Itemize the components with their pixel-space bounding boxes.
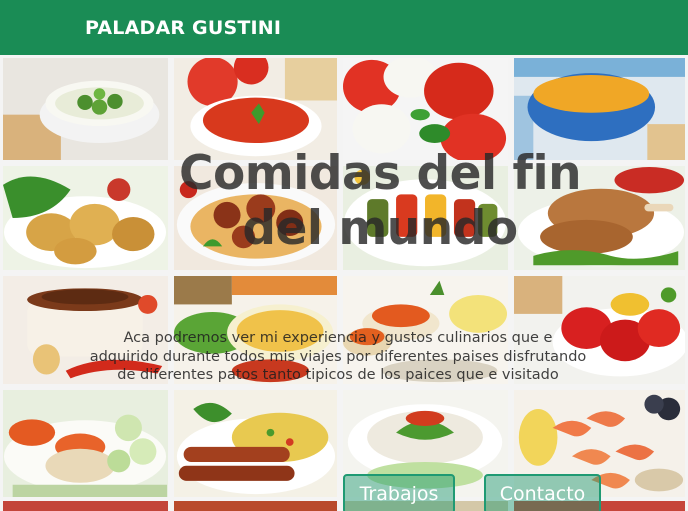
tile-strip-2: [171, 500, 340, 511]
tile-fried-chicken-nuggets: [0, 163, 171, 273]
tile-sausages-rice: [171, 387, 340, 500]
trabajos-button[interactable]: Trabajos: [343, 474, 455, 511]
food-gallery: [0, 55, 688, 511]
tile-tomato-soup: [171, 55, 340, 163]
tile-pumpkin-soup: [511, 55, 688, 163]
tile-spaghetti-meatballs: [171, 163, 340, 273]
tile-caviar-cucumber-bites: [0, 387, 171, 500]
top-navbar: PALADAR GUSTINI: [0, 0, 688, 55]
tile-roast-chicken-legs: [511, 163, 688, 273]
tile-caprese-salad: [340, 55, 511, 163]
tile-vegetable-skewers: [340, 163, 511, 273]
tile-broccoli-soup: [0, 55, 171, 163]
contacto-button[interactable]: Contacto: [484, 474, 601, 511]
hero-description: Aca podremos ver mi experiencia y gustos…: [89, 330, 587, 383]
site-brand[interactable]: PALADAR GUSTINI: [85, 17, 281, 39]
tile-strip-1: [0, 500, 171, 511]
